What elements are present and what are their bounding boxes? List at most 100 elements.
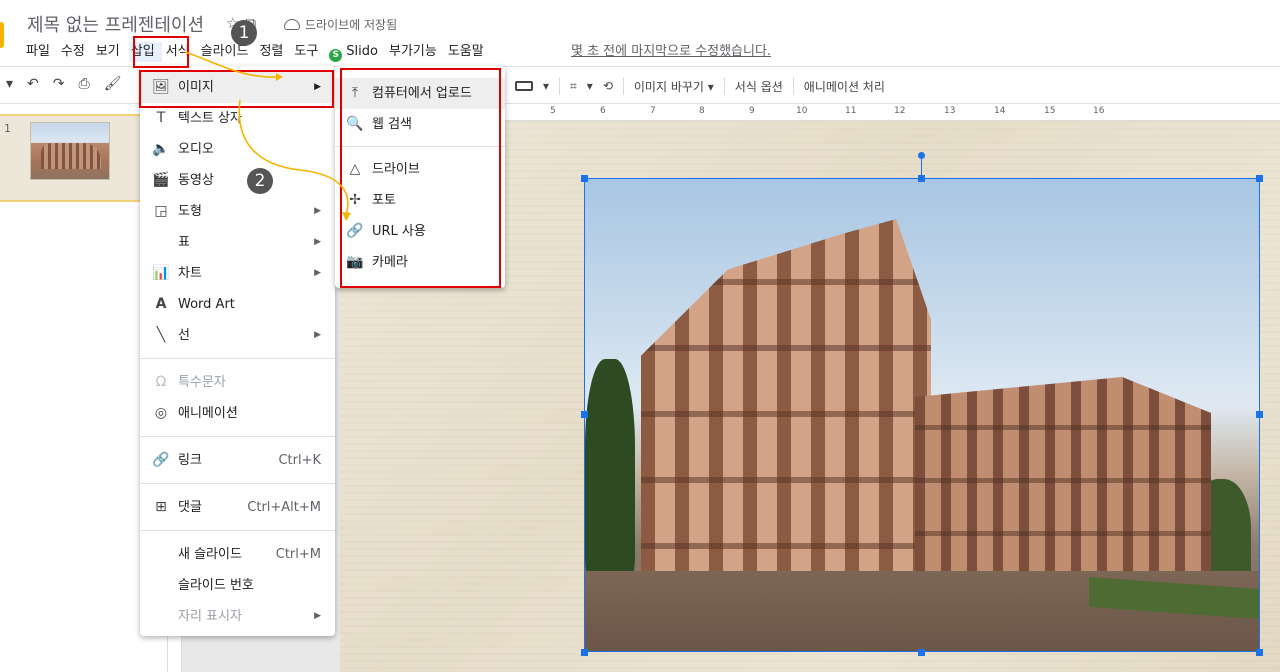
insert-new-slide[interactable]: 새 슬라이드 Ctrl+M (140, 539, 335, 570)
format-options-button[interactable]: 서식 옵션 (735, 78, 783, 95)
undo-icon[interactable]: ↶ (27, 76, 39, 92)
menu-insert[interactable]: 삽입 (128, 42, 162, 62)
menu-addons[interactable]: 부가기능 (387, 42, 444, 62)
add-comment-icon: ⊞ (155, 499, 167, 515)
ruler-tick: 7 (650, 106, 656, 116)
insert-text-box-label: 텍스트 상자 (178, 111, 242, 126)
insert-link[interactable]: 🔗 링크 Ctrl+K (140, 445, 335, 476)
omega-icon: Ω (155, 374, 167, 390)
menu-slido-label: Slido (346, 44, 378, 59)
upload-icon: ⤒ (351, 85, 359, 101)
dropdown-caret-icon[interactable]: ▾ (543, 79, 549, 93)
shortcut-label: Ctrl+M (275, 547, 321, 562)
upload-from-computer[interactable]: ⤒ 컴퓨터에서 업로드 (335, 78, 505, 109)
ruler-tick: 5 (550, 106, 556, 116)
document-title[interactable]: 제목 없는 프레젠테이션 (27, 11, 204, 37)
ruler-tick: 14 (994, 106, 1006, 116)
save-status[interactable]: 드라이브에 저장됨 (284, 16, 397, 33)
submenu-arrow-icon: ▶ (314, 330, 321, 340)
search-the-web[interactable]: 🔍 웹 검색 (335, 109, 505, 140)
menu-divider (140, 483, 335, 484)
photo-colosseum-tiers (641, 219, 931, 579)
insert-audio-label: 오디오 (178, 142, 214, 157)
insert-slide-numbers[interactable]: 슬라이드 번호 (140, 570, 335, 601)
insert-line[interactable]: ╲ 선 ▶ (140, 320, 335, 351)
menu-help[interactable]: 도움말 (446, 42, 491, 62)
photos-pinwheel-icon: ✢ (349, 192, 361, 208)
insert-special-chars-label: 특수문자 (178, 375, 226, 390)
insert-shape[interactable]: ◲ 도형 ▶ (140, 196, 335, 227)
submenu-arrow-icon: ▶ (314, 611, 321, 621)
insert-video[interactable]: 🎬 동영상 (140, 165, 335, 196)
menu-arrange[interactable]: 정렬 (257, 42, 290, 62)
search-icon: 🔍 (346, 116, 364, 132)
resize-handle-n[interactable] (918, 175, 925, 182)
paint-format-icon[interactable]: 🖌 (104, 76, 122, 92)
resize-handle-sw[interactable] (581, 649, 588, 656)
insert-from-camera[interactable]: 📷 카메라 (335, 247, 505, 278)
insert-from-photos-label: 포토 (372, 193, 396, 208)
insert-video-label: 동영상 (178, 173, 214, 188)
upload-from-computer-label: 컴퓨터에서 업로드 (372, 86, 472, 101)
ruler-tick: 15 (1044, 106, 1056, 116)
slides-editor: 제목 없는 프레젠테이션 ☆ ⧉ 드라이브에 저장됨 파일 수정 보기 삽입 서… (0, 0, 1280, 672)
submenu-arrow-icon: ▶ (314, 268, 321, 278)
toolbar-left: ▾ ↶ ↷ ⎙ 🖌 (6, 76, 121, 92)
insert-from-drive[interactable]: △ 드라이브 (335, 154, 505, 185)
replace-image-label: 이미지 바꾸기 (633, 79, 704, 94)
resize-handle-nw[interactable] (581, 175, 588, 182)
menu-format[interactable]: 서식 (164, 42, 197, 62)
ruler-tick: 10 (796, 106, 808, 116)
insert-comment[interactable]: ⊞ 댓글 Ctrl+Alt+M (140, 492, 335, 523)
rotate-handle[interactable] (918, 152, 925, 159)
insert-table[interactable]: 표 ▶ (140, 227, 335, 258)
insert-image[interactable]: 🖼 이미지 ▶ (140, 72, 335, 103)
insert-word-art[interactable]: A Word Art (140, 289, 335, 320)
insert-text-box[interactable]: T 텍스트 상자 (140, 103, 335, 134)
animation-icon: ◎ (154, 405, 168, 421)
insert-from-camera-label: 카메라 (372, 255, 408, 270)
link-icon: 🔗 (152, 452, 170, 468)
menu-view[interactable]: 보기 (94, 42, 127, 62)
dropdown-caret-icon[interactable]: ▾ (587, 79, 593, 93)
crop-icon[interactable]: ⌗ (570, 79, 577, 94)
colosseum-image[interactable] (584, 178, 1260, 652)
insert-special-chars: Ω 특수문자 (140, 367, 335, 398)
insert-audio[interactable]: 🔈 오디오 (140, 134, 335, 165)
drive-icon: △ (349, 161, 361, 177)
insert-slide-numbers-label: 슬라이드 번호 (178, 578, 254, 593)
redo-icon[interactable]: ↷ (53, 76, 65, 92)
photo-tree-left (585, 359, 635, 579)
resize-handle-s[interactable] (918, 649, 925, 656)
menu-edit[interactable]: 수정 (59, 42, 92, 62)
replace-image-button[interactable]: 이미지 바꾸기 ▾ (634, 78, 714, 95)
menu-tools[interactable]: 도구 (292, 42, 325, 62)
search-the-web-label: 웹 검색 (372, 117, 413, 132)
print-icon[interactable]: ⎙ (79, 76, 90, 92)
input-tools-icon[interactable] (515, 81, 533, 91)
last-edit-link[interactable]: 몇 초 전에 마지막으로 수정했습니다. (571, 42, 771, 62)
text-box-icon: T (156, 110, 166, 126)
resize-handle-se[interactable] (1256, 649, 1263, 656)
insert-animation-label: 애니메이션 (178, 406, 238, 421)
toolbar-divider (622, 77, 624, 95)
reset-image-icon[interactable]: ⟲ (603, 79, 613, 93)
resize-handle-ne[interactable] (1256, 175, 1263, 182)
menu-slido[interactable]: S Slido (327, 42, 385, 62)
insert-by-url[interactable]: 🔗 URL 사용 (335, 216, 505, 247)
insert-chart[interactable]: 📊 차트 ▶ (140, 258, 335, 289)
dropdown-caret-icon[interactable]: ▾ (6, 76, 13, 92)
menu-bar: 파일 수정 보기 삽입 서식 슬라이드 정렬 도구 S Slido 부가기능 도움… (24, 42, 493, 62)
animate-button[interactable]: 애니메이션 처리 (804, 78, 885, 95)
resize-handle-e[interactable] (1256, 411, 1263, 418)
menu-file[interactable]: 파일 (24, 42, 57, 62)
image-icon: 🖼 (152, 79, 170, 95)
resize-handle-w[interactable] (581, 411, 588, 418)
slides-logo[interactable] (0, 22, 4, 48)
word-art-icon: A (155, 296, 167, 312)
insert-animation[interactable]: ◎ 애니메이션 (140, 398, 335, 429)
insert-from-photos[interactable]: ✢ 포토 (335, 185, 505, 216)
step-badge-2: 2 (247, 168, 273, 194)
insert-placeholder: 자리 표시자 ▶ (140, 601, 335, 632)
ruler-tick: 16 (1093, 106, 1105, 116)
